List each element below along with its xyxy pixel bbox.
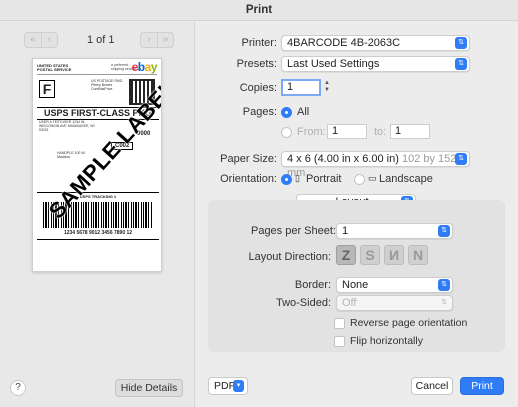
copies-label: Copies:: [239, 82, 277, 94]
pages-all-label: All: [297, 106, 310, 118]
pages-from-label: From:: [297, 126, 326, 138]
postage-indicia: US POSTAGE PAID Pitney Bowes ComBasPrice: [91, 79, 123, 91]
chevron-updown-icon: ⇅: [441, 299, 447, 306]
pages-from-field[interactable]: 1: [327, 124, 367, 139]
pages-to-field[interactable]: 1: [390, 124, 430, 139]
label-divider: [37, 239, 159, 240]
portrait-label: Portrait: [306, 173, 342, 185]
label-preview: UNITED STATES POSTAL SERVICE a preferred…: [32, 58, 162, 272]
pages-label: Pages:: [242, 106, 277, 118]
paper-size-label: Paper Size:: [220, 153, 277, 165]
copies-field[interactable]: 1: [281, 79, 321, 96]
first-page-icon: «: [30, 34, 36, 45]
page-indicator: 1 of 1: [87, 34, 115, 46]
mail-class-letter: F: [39, 80, 55, 98]
chevron-updown-icon: ⇅: [455, 37, 467, 49]
pages-all-radio[interactable]: [281, 107, 292, 118]
from-address: USER A TESTUSER 1234 W. WISCONSIN AVE MI…: [39, 120, 95, 132]
landscape-orientation-icon: ▭: [368, 173, 377, 183]
chevron-updown-icon: ⇅: [438, 279, 450, 291]
next-page-icon: ›: [147, 34, 151, 45]
ship-to-address: HANDPLE 100 W. Madison: [57, 151, 86, 159]
layout-panel: Pages per Sheet: 1 ⇅ Layout Direction: Z…: [208, 200, 505, 352]
pages-per-sheet-select[interactable]: 1 ⇅: [336, 223, 453, 239]
cancel-button[interactable]: Cancel: [411, 377, 453, 395]
prev-page-icon: ‹: [41, 33, 57, 47]
tracking-number: 1234 5678 9012 3456 7890 12: [63, 230, 133, 236]
flip-horizontally-label: Flip horizontally: [350, 335, 423, 347]
hide-details-button[interactable]: Hide Details: [115, 379, 183, 397]
presets-select[interactable]: Last Used Settings ⇅: [281, 56, 470, 72]
direction-n-button[interactable]: N: [408, 245, 428, 265]
paper-size-select[interactable]: 4 x 6 (4.00 in x 6.00 in) 102 by 152 mm …: [281, 151, 470, 179]
usps-logo: UNITED STATES POSTAL SERVICE: [37, 63, 72, 72]
chevron-updown-icon: ⇅: [455, 58, 467, 70]
printer-label: Printer:: [241, 37, 277, 49]
direction-z-button[interactable]: Z: [336, 245, 356, 265]
printer-select[interactable]: 4BARCODE 4B-2063C ⇅: [281, 35, 470, 51]
direction-s-button[interactable]: S: [360, 245, 380, 265]
two-sided-label: Two-Sided:: [275, 297, 331, 309]
two-sided-select[interactable]: Off ⇅: [336, 295, 453, 311]
pages-per-sheet-label: Pages per Sheet:: [250, 225, 336, 237]
settings-pane: Printer: 4BARCODE 4B-2063C ⇅ Presets: La…: [196, 22, 518, 407]
pdf-menu-button[interactable]: PDF ▾: [208, 377, 248, 395]
portrait-orientation-icon: ▯: [295, 173, 300, 183]
last-page-icon: »: [157, 33, 173, 47]
layout-direction-label: Layout Direction:: [248, 251, 331, 263]
reverse-orientation-checkbox[interactable]: [334, 318, 345, 329]
chevron-updown-icon: ⇅: [438, 225, 450, 237]
print-button[interactable]: Print: [460, 377, 504, 395]
help-button[interactable]: ?: [10, 380, 26, 396]
ebay-logo: ebay: [131, 60, 158, 74]
presets-label: Presets:: [236, 58, 277, 70]
reverse-orientation-label: Reverse page orientation: [350, 317, 468, 329]
pages-to-label: to:: [374, 126, 387, 138]
portrait-radio[interactable]: [281, 174, 292, 185]
label-header: UNITED STATES POSTAL SERVICE a preferred…: [37, 60, 158, 75]
orientation-label: Orientation:: [220, 173, 277, 185]
landscape-label: Landscape: [379, 173, 433, 185]
border-label: Border:: [294, 279, 331, 291]
preview-pane: « ‹ 1 of 1 › » UNITED STATES POSTAL SERV…: [0, 22, 195, 407]
landscape-radio[interactable]: [354, 174, 365, 185]
preview-forward-buttons: › »: [140, 32, 174, 48]
chevron-down-icon: ▾: [233, 380, 244, 392]
copies-stepper[interactable]: ▲ ▼: [323, 80, 331, 94]
chevron-updown-icon: ⇅: [455, 153, 467, 165]
window-title: Print: [0, 0, 518, 21]
border-select[interactable]: None ⇅: [336, 277, 453, 293]
preview-back-buttons: « ‹: [24, 32, 58, 48]
flip-horizontally-checkbox[interactable]: [334, 336, 345, 347]
direction-n-reversed-button[interactable]: N: [384, 245, 404, 265]
pages-range-radio[interactable]: [281, 127, 292, 138]
